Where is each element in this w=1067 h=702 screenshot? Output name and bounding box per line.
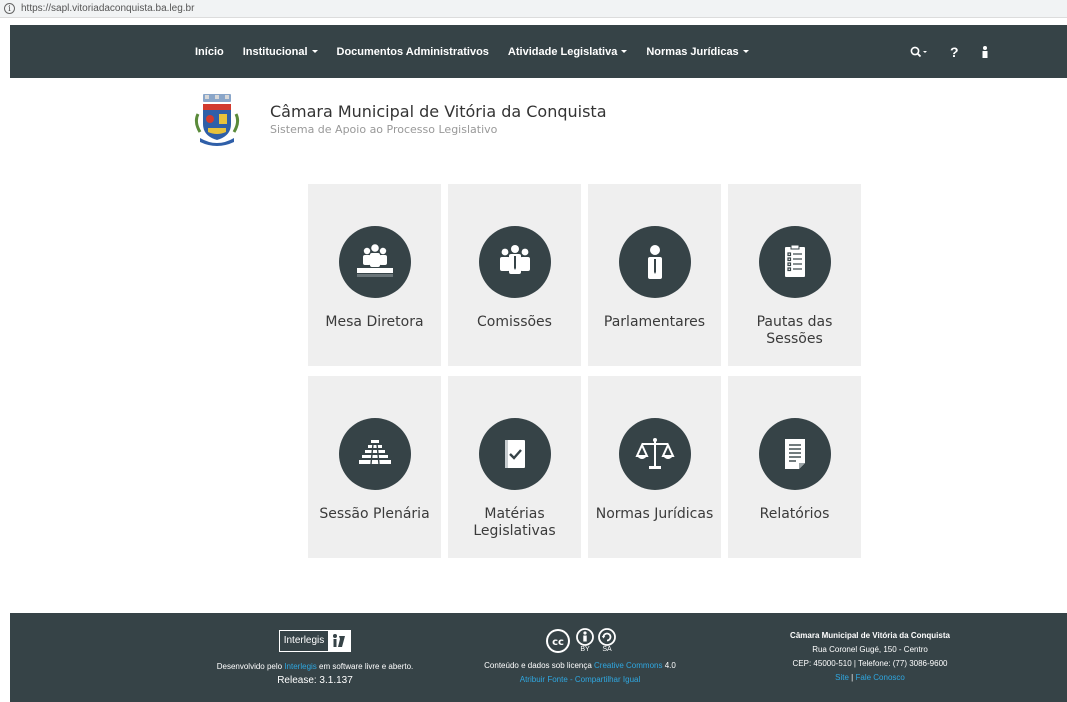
nav-item-institucional[interactable]: Institucional xyxy=(243,46,318,58)
sa-share-alike-icon xyxy=(598,628,616,646)
license-terms-link[interactable]: Atribuir Fonte - Compartilhar Igual xyxy=(465,673,695,687)
user-button[interactable] xyxy=(981,45,989,59)
card-label: Normas Jurídicas xyxy=(595,506,714,522)
card-label: Relatórios xyxy=(759,506,830,522)
header-titles: Câmara Municipal de Vitória da Conquista… xyxy=(270,102,607,136)
legislative-matter-icon xyxy=(478,418,551,490)
license-prefix: Conteúdo e dados sob licença xyxy=(484,661,595,670)
release-version: Release: 3.1.137 xyxy=(277,675,353,686)
footer-developer: Interlegis Desenvolvido pelo Interlegis … xyxy=(190,613,440,688)
card-label: Matérias Legislativas xyxy=(473,506,556,539)
interlegis-link[interactable]: Interlegis xyxy=(284,662,316,671)
nav-item-label: Normas Jurídicas xyxy=(646,45,739,58)
creative-commons-link[interactable]: Creative Commons xyxy=(594,661,662,670)
nav-item-atividade-legislativa[interactable]: Atividade Legislativa xyxy=(507,45,628,58)
page-footer: Interlegis Desenvolvido pelo Interlegis … xyxy=(10,613,1067,702)
caret-down-icon xyxy=(742,50,749,54)
top-navbar: Início Institucional Documentos Administ… xyxy=(10,25,1067,78)
card-relatorios[interactable]: Relatórios xyxy=(728,376,861,558)
interlegis-mark-icon xyxy=(328,631,351,651)
user-icon xyxy=(982,45,988,58)
developed-by-prefix: Desenvolvido pelo xyxy=(216,662,285,671)
interlegis-logo-text: Interlegis xyxy=(283,635,325,646)
help-icon: ? xyxy=(950,43,959,60)
browser-url-bar[interactable]: i https://sapl.vitoriadaconquista.ba.leg… xyxy=(0,0,1067,18)
parliamentarian-icon xyxy=(618,226,691,298)
nav-menu: Início Institucional Documentos Administ… xyxy=(195,25,768,78)
report-icon xyxy=(758,418,831,490)
scales-icon xyxy=(618,418,691,490)
card-sessao-plenaria[interactable]: Sessão Plenária xyxy=(308,376,441,558)
module-grid: Mesa Diretora Comissões Parlamentares Pa… xyxy=(308,184,862,558)
site-subtitle: Sistema de Apoio ao Processo Legislativo xyxy=(270,123,498,136)
card-label: Sessão Plenária xyxy=(319,506,430,522)
svg-text:cc: cc xyxy=(552,637,564,648)
plenary-icon xyxy=(338,418,411,490)
card-comissoes[interactable]: Comissões xyxy=(448,184,581,366)
info-icon[interactable]: i xyxy=(4,3,15,14)
org-name: Câmara Municipal de Vitória da Conquista xyxy=(790,631,950,640)
card-label: Pautas das Sessões xyxy=(756,314,833,347)
card-materias-legislativas[interactable]: Matérias Legislativas xyxy=(448,376,581,558)
site-title[interactable]: Câmara Municipal de Vitória da Conquista xyxy=(270,102,607,121)
committee-icon xyxy=(478,226,551,298)
org-address: Rua Coronel Gugé, 150 - Centro xyxy=(812,645,928,654)
card-parlamentares[interactable]: Parlamentares xyxy=(588,184,721,366)
coat-of-arms-logo[interactable] xyxy=(190,92,244,148)
cc-by-label: BY xyxy=(580,646,590,653)
agenda-icon xyxy=(758,226,831,298)
nav-item-label: Institucional xyxy=(242,45,308,58)
search-icon xyxy=(910,46,927,57)
interlegis-logo[interactable]: Interlegis xyxy=(278,630,352,652)
nav-item-label: Início xyxy=(195,45,224,58)
board-icon xyxy=(338,226,411,298)
nav-item-normas-juridicas[interactable]: Normas Jurídicas xyxy=(646,45,749,58)
card-normas-juridicas[interactable]: Normas Jurídicas xyxy=(588,376,721,558)
cc-icon: cc xyxy=(546,629,570,653)
creative-commons-badge[interactable]: cc BY SA xyxy=(465,627,695,655)
org-contact: CEP: 45000-510 | Telefone: (77) 3086-960… xyxy=(792,659,948,668)
url-text[interactable]: https://sapl.vitoriadaconquista.ba.leg.b… xyxy=(21,3,194,14)
site-link[interactable]: Site xyxy=(835,673,849,682)
by-attribution-icon xyxy=(576,628,594,646)
page-header: Câmara Municipal de Vitória da Conquista… xyxy=(190,92,607,148)
nav-item-documentos-administrativos[interactable]: Documentos Administrativos xyxy=(337,46,489,58)
help-button[interactable]: ? xyxy=(950,44,959,60)
footer-contact: Câmara Municipal de Vitória da Conquista… xyxy=(750,613,990,685)
card-pautas-das-sessoes[interactable]: Pautas das Sessões xyxy=(728,184,861,366)
nav-item-label: Documentos Administrativos xyxy=(336,45,489,58)
developed-by-suffix: em software livre e aberto. xyxy=(316,662,414,671)
cc-sa-label: SA xyxy=(602,646,612,653)
card-label: Comissões xyxy=(477,314,552,330)
license-suffix: 4.0 xyxy=(662,661,676,670)
card-label: Mesa Diretora xyxy=(325,314,424,330)
nav-item-inicio[interactable]: Início xyxy=(195,46,224,58)
nav-item-label: Atividade Legislativa xyxy=(507,45,618,58)
contact-link[interactable]: Fale Conosco xyxy=(855,673,904,682)
caret-down-icon xyxy=(311,50,318,54)
card-label: Parlamentares xyxy=(603,314,706,330)
search-button[interactable] xyxy=(910,46,928,58)
card-mesa-diretora[interactable]: Mesa Diretora xyxy=(308,184,441,366)
footer-license: cc BY SA Conteúdo e dados sob licença Cr… xyxy=(465,613,695,687)
nav-right-tools: ? xyxy=(910,25,989,78)
caret-down-icon xyxy=(621,50,628,54)
